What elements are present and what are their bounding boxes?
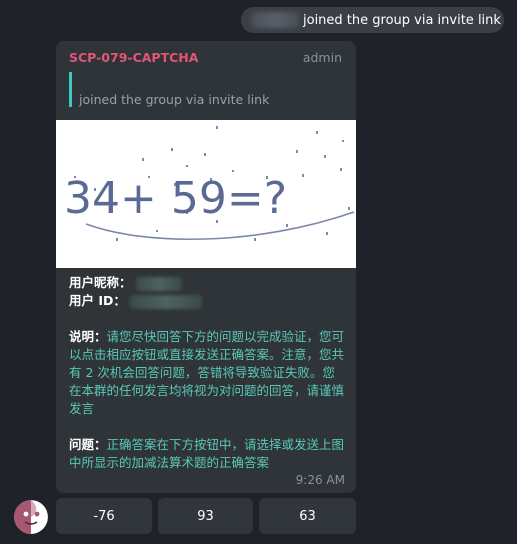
service-message-text: joined the group via invite link	[303, 12, 501, 28]
captcha-image[interactable]: 34+ 59=?	[56, 120, 356, 268]
question-text: 正确答案在下方按钮中，请选择或发送上图中所显示的加减法算术题的正确答案	[69, 437, 345, 470]
chat-view: joined the group via invite link SCP-079…	[0, 0, 517, 544]
sender-role-badge: admin	[302, 50, 342, 65]
question-label: 问题：	[69, 437, 107, 452]
message-timestamp: 9:26 AM	[295, 473, 345, 487]
userid-value-blurred	[129, 294, 202, 309]
nickname-label: 用户昵称：	[69, 275, 132, 290]
answer-button-1[interactable]: -76	[56, 498, 152, 534]
message-body: 用户昵称： 用户 ID： 说明：请您尽快回答下方的问题以完成验证，您可以点击相应…	[69, 274, 345, 472]
sender-name[interactable]: SCP-079-CAPTCHA	[69, 50, 198, 65]
captcha-message-bubble: SCP-079-CAPTCHA admin joined the group v…	[56, 41, 356, 493]
instruction-label: 说明：	[69, 329, 107, 344]
instruction-text-2: 次机会回答问题，答错将导致验证失败。您在本群的任何发言均将视为对问题的回答，请谨…	[69, 365, 345, 416]
reply-quote-text: joined the group via invite link	[79, 92, 270, 107]
answer-button-3[interactable]: 63	[259, 498, 356, 534]
nickname-value-blurred	[135, 276, 182, 291]
blurred-user-name	[251, 12, 299, 28]
captcha-expression: 34+ 59=?	[64, 173, 287, 224]
userid-label: 用户 ID：	[69, 293, 126, 308]
answer-button-2[interactable]: 93	[158, 498, 253, 534]
bot-avatar-icon[interactable]	[14, 500, 48, 534]
service-message-pill: joined the group via invite link	[241, 7, 504, 33]
reply-quote[interactable]: joined the group via invite link	[69, 72, 339, 107]
captcha-image-graphic: 34+ 59=?	[56, 120, 356, 268]
bot-avatar-graphic	[14, 500, 48, 534]
